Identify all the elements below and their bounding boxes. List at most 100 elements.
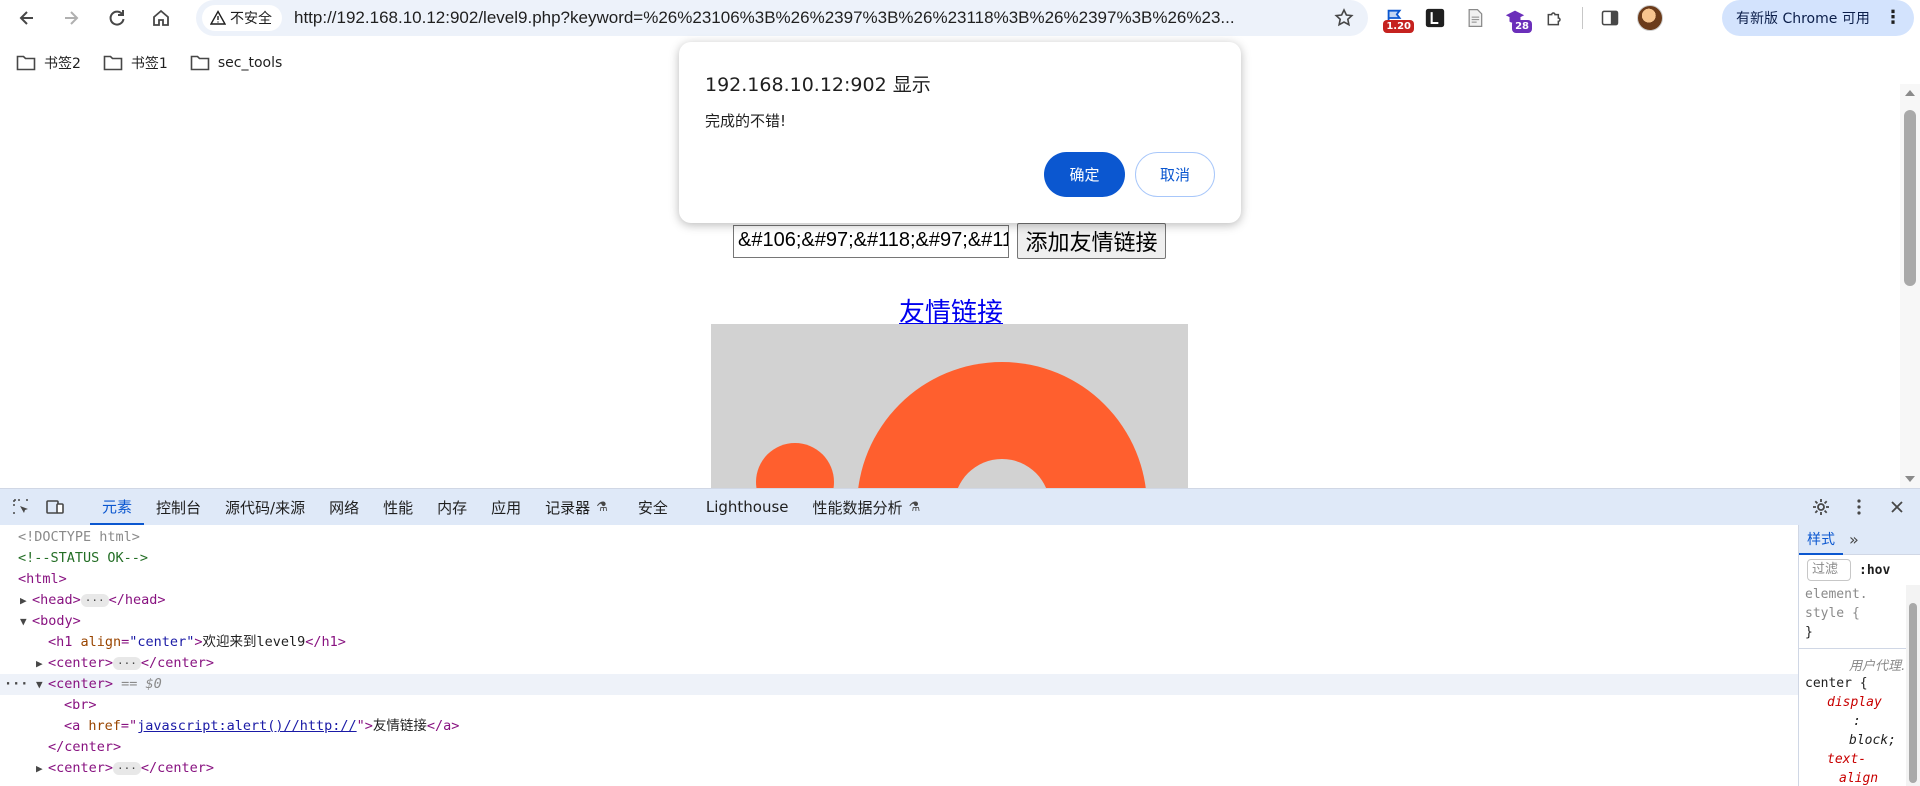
bookmark-folder-2[interactable]: 书签1	[103, 53, 168, 73]
center-ua-rule: center { display : block; text- align	[1799, 674, 1920, 786]
extension-l-icon[interactable]	[1422, 5, 1448, 31]
ok-button[interactable]: 确定	[1044, 152, 1125, 197]
expand-triangle-icon[interactable]: ▶	[36, 653, 48, 674]
settings-gear-icon[interactable]	[1804, 490, 1838, 524]
ellipsis-icon[interactable]: ···	[80, 593, 109, 607]
profile-avatar[interactable]	[1637, 5, 1663, 31]
inspect-element-icon[interactable]	[4, 490, 38, 524]
alert-dialog: 192.168.10.12:902 显示 完成的不错! 确定 取消	[679, 42, 1241, 223]
cancel-button[interactable]: 取消	[1135, 152, 1215, 197]
h1-close-tag: </h1>	[305, 634, 346, 650]
dom-node-center-2[interactable]: ▶ <center> ··· </center>	[0, 758, 1798, 779]
collapse-triangle-icon[interactable]: ▼	[36, 674, 48, 695]
extensions-puzzle-icon[interactable]	[1542, 5, 1568, 31]
tab-security[interactable]: 安全	[626, 489, 680, 525]
folder-icon	[16, 55, 36, 71]
menu-kebab-icon[interactable]: ⋮	[1884, 7, 1902, 28]
extension-hat-icon[interactable]: 28	[1502, 5, 1532, 33]
collapse-triangle-icon[interactable]: ▼	[20, 611, 32, 632]
dom-node-center-close[interactable]: </center>	[0, 737, 1798, 758]
tab-styles[interactable]: 样式	[1799, 525, 1843, 555]
tab-sources[interactable]: 源代码/来源	[213, 489, 317, 525]
reload-icon[interactable]	[102, 3, 132, 33]
dom-node-center-selected[interactable]: ··· ▼ <center> == $0	[0, 674, 1798, 695]
tab-performance-insights[interactable]: 性能数据分析 ⚗	[801, 489, 933, 525]
bookmark-star-icon[interactable]	[1334, 8, 1354, 28]
bookmark-folder-1[interactable]: 书签2	[16, 53, 81, 73]
tab-recorder[interactable]: 记录器 ⚗	[533, 489, 620, 525]
head-close-tag: </head>	[108, 592, 166, 608]
expand-triangle-icon[interactable]: ▶	[20, 590, 32, 611]
expand-triangle-icon[interactable]: ▶	[36, 758, 48, 779]
close-devtools-icon[interactable]	[1880, 490, 1914, 524]
more-tabs-chevron-icon[interactable]: »	[1849, 530, 1859, 549]
folder-icon	[190, 55, 210, 71]
dialog-message: 完成的不错!	[705, 112, 787, 130]
dom-node-body[interactable]: ▼ <body>	[0, 611, 1798, 632]
tab-network[interactable]: 网络	[317, 489, 371, 525]
css-value-block[interactable]: block;	[1805, 731, 1920, 750]
styles-scrollbar-thumb[interactable]	[1909, 603, 1917, 783]
center-selector: center {	[1805, 676, 1868, 691]
extension-doc-icon[interactable]	[1462, 5, 1488, 31]
tab-memory[interactable]: 内存	[425, 489, 479, 525]
devtools-actions	[1804, 489, 1920, 525]
tab-console[interactable]: 控制台	[144, 489, 213, 525]
chrome-update-button[interactable]: 有新版 Chrome 可用 ⋮	[1722, 0, 1914, 36]
tab-performance-insights-label: 性能数据分析	[812, 498, 903, 517]
address-bar[interactable]: 不安全 http://192.168.10.12:902/level9.php?…	[196, 0, 1368, 36]
dialog-title: 192.168.10.12:902 显示	[705, 74, 931, 96]
update-label: 有新版 Chrome 可用	[1736, 11, 1870, 27]
bookmark-folder-3[interactable]: sec_tools	[190, 54, 282, 72]
dom-node-html[interactable]: <html>	[0, 569, 1798, 590]
dom-node-head[interactable]: ▶ <head> ··· </head>	[0, 590, 1798, 611]
side-panel-icon[interactable]	[1597, 5, 1623, 31]
devtools-more-icon[interactable]	[1842, 490, 1876, 524]
row-more-icon[interactable]: ···	[4, 674, 28, 695]
forward-icon[interactable]	[56, 3, 86, 33]
site-info-chip[interactable]: 不安全	[202, 5, 282, 31]
keyword-input[interactable]: &#106;&#97;&#118;&#97;&#115;	[733, 225, 1009, 258]
insecure-label: 不安全	[230, 11, 272, 27]
styles-tabbar: 样式 »	[1799, 525, 1920, 555]
dom-node-h1[interactable]: <h1 align="center">欢迎来到level9</h1>	[0, 632, 1798, 653]
flask-icon: ⚗	[596, 499, 608, 515]
a-attr-name: href	[88, 718, 121, 734]
h1-text: 欢迎来到level9	[202, 634, 306, 650]
device-toolbar-icon[interactable]	[38, 490, 72, 524]
dom-node-center-1[interactable]: ▶ <center> ··· </center>	[0, 653, 1798, 674]
css-prop-text-align[interactable]: text-	[1805, 750, 1920, 769]
tab-performance[interactable]: 性能	[371, 489, 425, 525]
scrollbar-thumb[interactable]	[1904, 110, 1916, 286]
tab-elements[interactable]: 元素	[90, 489, 145, 525]
ellipsis-icon[interactable]: ···	[113, 761, 141, 775]
tab-lighthouse[interactable]: Lighthouse	[694, 489, 801, 525]
styles-scrollbar[interactable]	[1906, 585, 1920, 786]
css-prop-text-align-2[interactable]: align	[1805, 769, 1920, 786]
scroll-up-arrow[interactable]	[1905, 90, 1915, 96]
tab-recorder-label: 记录器	[545, 498, 591, 517]
css-prop-colon: :	[1853, 714, 1861, 729]
ellipsis-icon[interactable]: ···	[113, 656, 141, 670]
dom-node-a[interactable]: <a href="javascript:alert()//http://">友情…	[0, 716, 1798, 737]
bookmark-label: 书签2	[44, 56, 81, 72]
a-href-link[interactable]: javascript:alert()//http://	[137, 718, 356, 734]
home-icon[interactable]	[146, 3, 176, 33]
scroll-down-arrow[interactable]	[1905, 476, 1915, 482]
body-open-tag: <body>	[32, 613, 81, 629]
url-text[interactable]: http://192.168.10.12:902/level9.php?keyw…	[294, 8, 1324, 28]
flask-icon: ⚗	[908, 499, 921, 515]
add-friend-link-button[interactable]: 添加友情链接	[1017, 223, 1166, 259]
dom-node-comment[interactable]: <!--STATUS OK-->	[0, 548, 1798, 569]
tab-application[interactable]: 应用	[479, 489, 533, 525]
css-prop-display[interactable]: display	[1805, 693, 1920, 712]
dom-node-br[interactable]: <br>	[0, 695, 1798, 716]
dom-node-doctype[interactable]: <!DOCTYPE html>	[0, 527, 1798, 548]
page-scrollbar[interactable]	[1900, 84, 1920, 488]
extension-flag-icon[interactable]: 1.20	[1382, 5, 1414, 33]
styles-filter-input[interactable]: 过滤	[1807, 559, 1851, 581]
element-style-selector: element.	[1805, 587, 1868, 602]
back-icon[interactable]	[12, 3, 42, 33]
hov-toggle[interactable]: :hov	[1859, 563, 1890, 578]
br-tag: <br>	[64, 697, 97, 713]
